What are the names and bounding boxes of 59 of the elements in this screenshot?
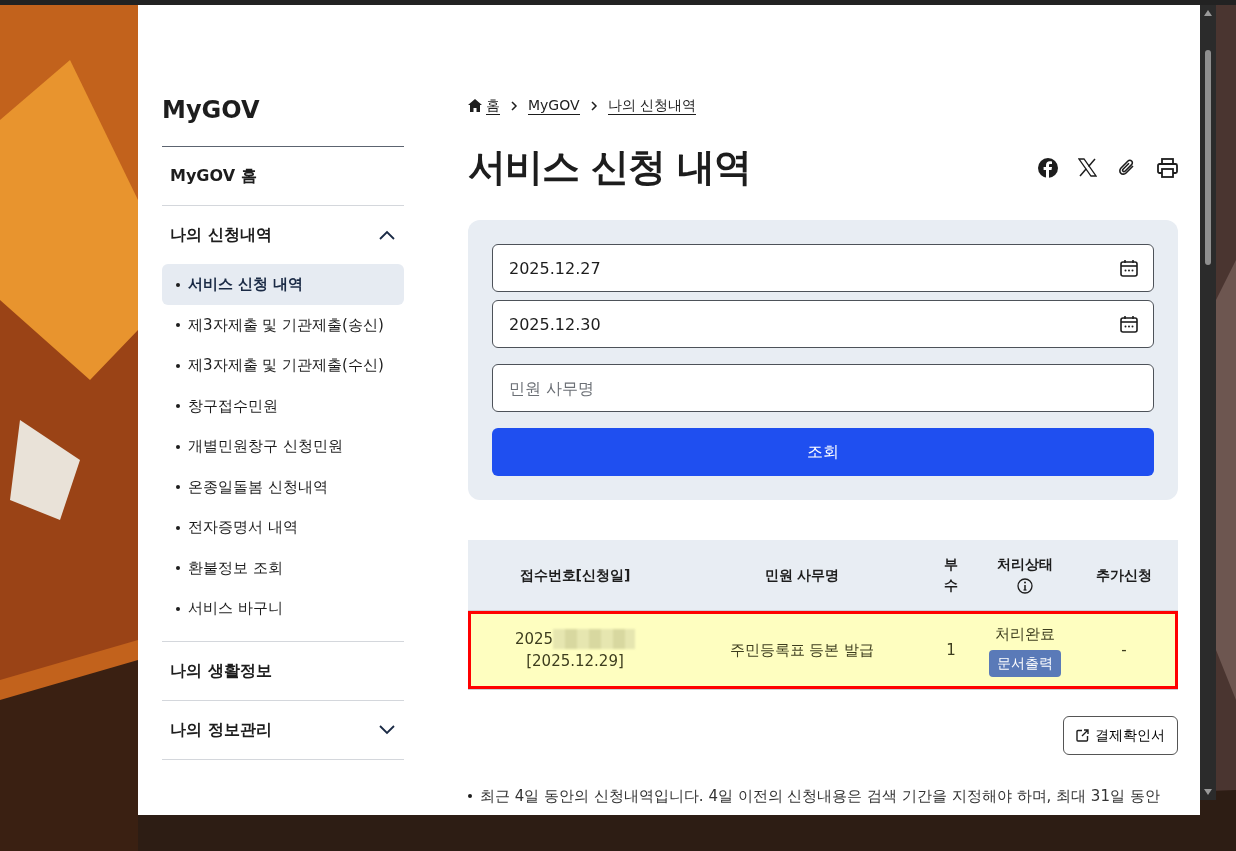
calendar-icon[interactable]: [1120, 315, 1138, 334]
column-header: 접수번호[신청일]: [468, 540, 682, 611]
info-icon[interactable]: [1017, 578, 1033, 595]
chevron-right-icon: [589, 99, 598, 112]
date-field[interactable]: 2025.12.30: [492, 300, 1154, 349]
sidebar-subitem[interactable]: 제3자제출 및 기관제출(송신): [162, 304, 404, 345]
breadcrumb-link[interactable]: 홈: [486, 97, 500, 115]
bullet-icon: [176, 404, 180, 408]
sidebar-subitem[interactable]: 전자증명서 내역: [162, 507, 404, 548]
search-field[interactable]: 민원 사무명: [492, 364, 1154, 413]
sidebar-subitem[interactable]: 온종일돌봄 신청내역: [162, 466, 404, 507]
table-cell: 2025: [514, 629, 554, 648]
sidebar-item[interactable]: MyGOV 홈: [170, 164, 257, 188]
bullet-icon: [176, 606, 180, 611]
column-header: 추가신청: [1070, 540, 1178, 611]
column-header: 민원 사무명: [682, 540, 922, 611]
chevron-right-icon: [510, 99, 518, 112]
sidebar-item[interactable]: 나의 생활정보: [170, 658, 272, 683]
bullet-icon: [176, 444, 180, 449]
printer-icon[interactable]: [1157, 157, 1178, 178]
chevron-up-icon[interactable]: [378, 229, 396, 241]
receipt-button[interactable]: 결제확인서: [1063, 715, 1178, 755]
page-title: 서비스 신청 내역: [468, 144, 752, 191]
bullet-icon: [176, 282, 180, 287]
sidebar-subitem[interactable]: 개별민원창구 신청민원: [162, 426, 404, 467]
search-button[interactable]: 조회: [492, 428, 1154, 477]
bullet-icon: [176, 323, 180, 327]
paperclip-icon[interactable]: [1117, 157, 1137, 178]
date-field[interactable]: 2025.12.27: [492, 244, 1154, 293]
bullet-icon: [176, 525, 180, 530]
note-text: 최근 4일 동안의 신청내역입니다. 4일 이전의 신청내용은 검색 기간을 지정해야 하며, 최대 31일 동안: [480, 786, 1160, 805]
home-icon: [468, 99, 482, 113]
sidebar-item[interactable]: 나의 신청내역: [170, 223, 272, 247]
breadcrumb-link[interactable]: MyGOV: [528, 97, 580, 115]
sidebar-subitem[interactable]: 환불정보 조회: [162, 547, 404, 588]
breadcrumb-link[interactable]: 나의 신청내역: [607, 97, 697, 115]
column-header: 부수: [944, 555, 958, 596]
column-header: 처리상태: [996, 555, 1054, 575]
scroll-down-icon[interactable]: [1203, 788, 1213, 796]
table-cell-text: [2025.12.29]: [525, 651, 625, 673]
calendar-icon[interactable]: [1120, 259, 1138, 278]
scroll-up-icon[interactable]: [1203, 9, 1213, 17]
sidebar-subitem[interactable]: 창구접수민원: [162, 385, 404, 426]
facebook-icon[interactable]: [1038, 157, 1058, 178]
sidebar-title: MyGOV: [162, 92, 404, 147]
scrollbar-thumb[interactable]: [1205, 50, 1211, 265]
chevron-down-icon[interactable]: [378, 723, 396, 736]
bullet-icon: [176, 485, 180, 489]
external-link-icon: [1076, 728, 1089, 742]
sidebar-subitem[interactable]: 서비스 바구니: [162, 588, 404, 629]
status-text: 처리완료: [994, 624, 1056, 646]
sidebar-item[interactable]: 나의 정보관리: [170, 717, 272, 742]
sidebar-subitem[interactable]: 제3자제출 및 기관제출(수신): [162, 345, 404, 386]
bullet-icon: [176, 363, 180, 368]
bullet-icon: [468, 794, 472, 799]
bullet-icon: [176, 566, 180, 570]
print-button[interactable]: 문서출력: [989, 649, 1061, 677]
sidebar-subitem[interactable]: 서비스 신청 내역: [162, 264, 404, 305]
x-logo-icon[interactable]: [1078, 158, 1097, 178]
